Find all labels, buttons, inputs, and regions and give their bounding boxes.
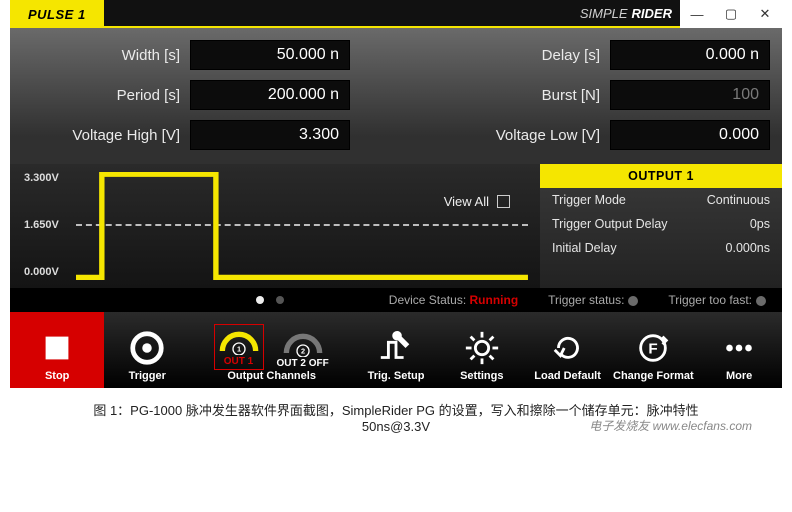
output-channels-group: 1 OUT 1 2 OUT 2 OFF Output Channels — [190, 312, 353, 388]
status-bar: Device Status: Running Trigger status: T… — [10, 288, 782, 312]
window-close[interactable]: ✕ — [748, 0, 782, 28]
output-row: Initial Delay0.000ns — [540, 236, 782, 260]
svg-text:F: F — [649, 341, 658, 358]
format-icon: F — [634, 329, 672, 367]
more-button[interactable]: More — [696, 312, 782, 388]
y-axis-bot: 0.000V — [24, 266, 72, 278]
delay-label: Delay [s] — [460, 47, 610, 64]
output-row: Trigger Output Delay0ps — [540, 212, 782, 236]
trigger-icon — [128, 329, 166, 367]
svg-text:1: 1 — [236, 345, 240, 354]
parameter-grid: Width [s] 50.000 n Delay [s] 0.000 n Per… — [10, 28, 782, 164]
output-panel-title: OUTPUT 1 — [540, 164, 782, 188]
tab-pulse-1[interactable]: PULSE 1 — [10, 0, 104, 28]
width-label: Width [s] — [40, 47, 190, 64]
vhigh-label: Voltage High [V] — [40, 127, 190, 144]
trigger-status: Trigger status: — [548, 293, 638, 307]
figure-caption: 图 1：PG-1000 脉冲发生器软件界面截图，SimpleRider PG 的… — [0, 388, 792, 446]
burst-input[interactable]: 100 — [610, 80, 770, 110]
reload-icon — [549, 329, 587, 367]
titlebar: PULSE 1 SIMPLE RIDER — ▢ ✕ — [10, 0, 782, 28]
load-default-button[interactable]: Load Default — [525, 312, 611, 388]
bottom-toolbar: Stop Trigger 1 OUT 1 — [10, 312, 782, 388]
out1-button[interactable]: 1 OUT 1 — [215, 325, 263, 369]
gauge-icon: 2 — [283, 329, 323, 357]
period-label: Period [s] — [40, 87, 190, 104]
stop-button[interactable]: Stop — [10, 312, 104, 388]
svg-text:2: 2 — [301, 347, 305, 356]
stop-icon — [38, 329, 76, 367]
device-status: Device Status: Running — [389, 293, 518, 307]
y-axis-top: 3.300V — [24, 172, 72, 184]
output-panel: OUTPUT 1 Trigger ModeContinuous Trigger … — [540, 164, 782, 288]
trigger-too-fast: Trigger too fast: — [668, 293, 766, 307]
app-window: PULSE 1 SIMPLE RIDER — ▢ ✕ Width [s] 50.… — [10, 0, 782, 388]
y-axis-mid: 1.650V — [24, 219, 72, 231]
view-all-checkbox[interactable] — [497, 195, 510, 208]
vlow-input[interactable]: 0.000 — [610, 120, 770, 150]
vhigh-input[interactable]: 3.300 — [190, 120, 350, 150]
delay-input[interactable]: 0.000 n — [610, 40, 770, 70]
watermark: 电子发烧友 www.elecfans.com — [589, 417, 752, 434]
vlow-label: Voltage Low [V] — [460, 127, 610, 144]
led-icon — [756, 296, 766, 306]
view-all-label: View All — [444, 194, 489, 209]
led-icon — [628, 296, 638, 306]
window-maximize[interactable]: ▢ — [714, 0, 748, 28]
trigger-button[interactable]: Trigger — [104, 312, 190, 388]
waveform-preview: 3.300V 1.650V 0.000V View All — [10, 164, 540, 288]
page-dots[interactable] — [256, 296, 284, 304]
settings-button[interactable]: Settings — [439, 312, 525, 388]
more-dots-icon — [720, 329, 758, 367]
pulse-trace-icon — [76, 172, 528, 280]
change-format-button[interactable]: F Change Format — [610, 312, 696, 388]
window-minimize[interactable]: — — [680, 0, 714, 28]
gauge-icon: 1 — [219, 327, 259, 355]
out2-button[interactable]: 2 OUT 2 OFF — [277, 329, 329, 369]
output-row: Trigger ModeContinuous — [540, 188, 782, 212]
burst-label: Burst [N] — [460, 87, 610, 104]
gear-icon — [463, 329, 501, 367]
brand: SIMPLE RIDER — [572, 0, 680, 28]
period-input[interactable]: 200.000 n — [190, 80, 350, 110]
width-input[interactable]: 50.000 n — [190, 40, 350, 70]
wrench-pulse-icon — [377, 329, 415, 367]
trig-setup-button[interactable]: Trig. Setup — [353, 312, 439, 388]
